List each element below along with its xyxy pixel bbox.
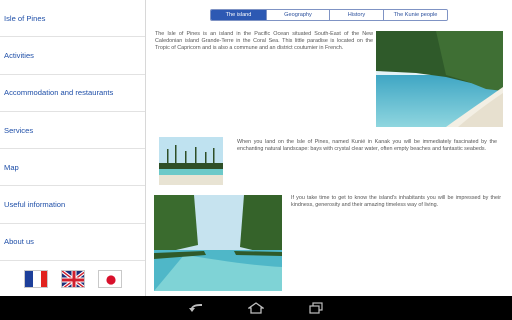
sidebar-item-accommodation[interactable]: Accommodation and restaurants (0, 75, 145, 112)
tab-the-island[interactable]: The island (211, 10, 267, 20)
recent-apps-icon[interactable] (306, 301, 326, 315)
system-nav-bar (0, 296, 512, 320)
river-photo (154, 195, 282, 291)
sidebar-item-services[interactable]: Services (0, 112, 145, 150)
back-icon[interactable] (186, 301, 206, 315)
sidebar-item-map[interactable]: Map (0, 149, 145, 187)
landscape-paragraph: When you land on the Isle of Pines, name… (237, 139, 497, 152)
main-content: The island Geography History The Kunie p… (147, 0, 512, 296)
sidebar-item-about-us[interactable]: About us (0, 224, 145, 262)
sidebar-item-isle-of-pines[interactable]: Isle of Pines (0, 0, 145, 38)
flag-japan-icon[interactable] (97, 269, 122, 288)
home-icon[interactable] (246, 301, 266, 315)
tab-geography[interactable]: Geography (267, 10, 330, 20)
lagoon-photo (159, 137, 223, 185)
sidebar-item-activities[interactable]: Activities (0, 37, 145, 75)
flag-france-icon[interactable] (24, 269, 49, 288)
beach-photo (376, 31, 503, 127)
flag-uk-icon[interactable] (60, 269, 85, 288)
language-flags (0, 261, 146, 296)
tab-history[interactable]: History (330, 10, 384, 20)
tab-kunie-people[interactable]: The Kunie people (384, 10, 447, 20)
sidebar-item-useful-information[interactable]: Useful information (0, 186, 145, 224)
sidebar: Isle of Pines Activities Accommodation a… (0, 0, 146, 296)
intro-paragraph: The Isle of Pines is an island in the Pa… (155, 31, 373, 51)
tab-bar: The island Geography History The Kunie p… (210, 9, 448, 21)
inhabitants-paragraph: If you take time to get to know the isla… (291, 195, 501, 208)
